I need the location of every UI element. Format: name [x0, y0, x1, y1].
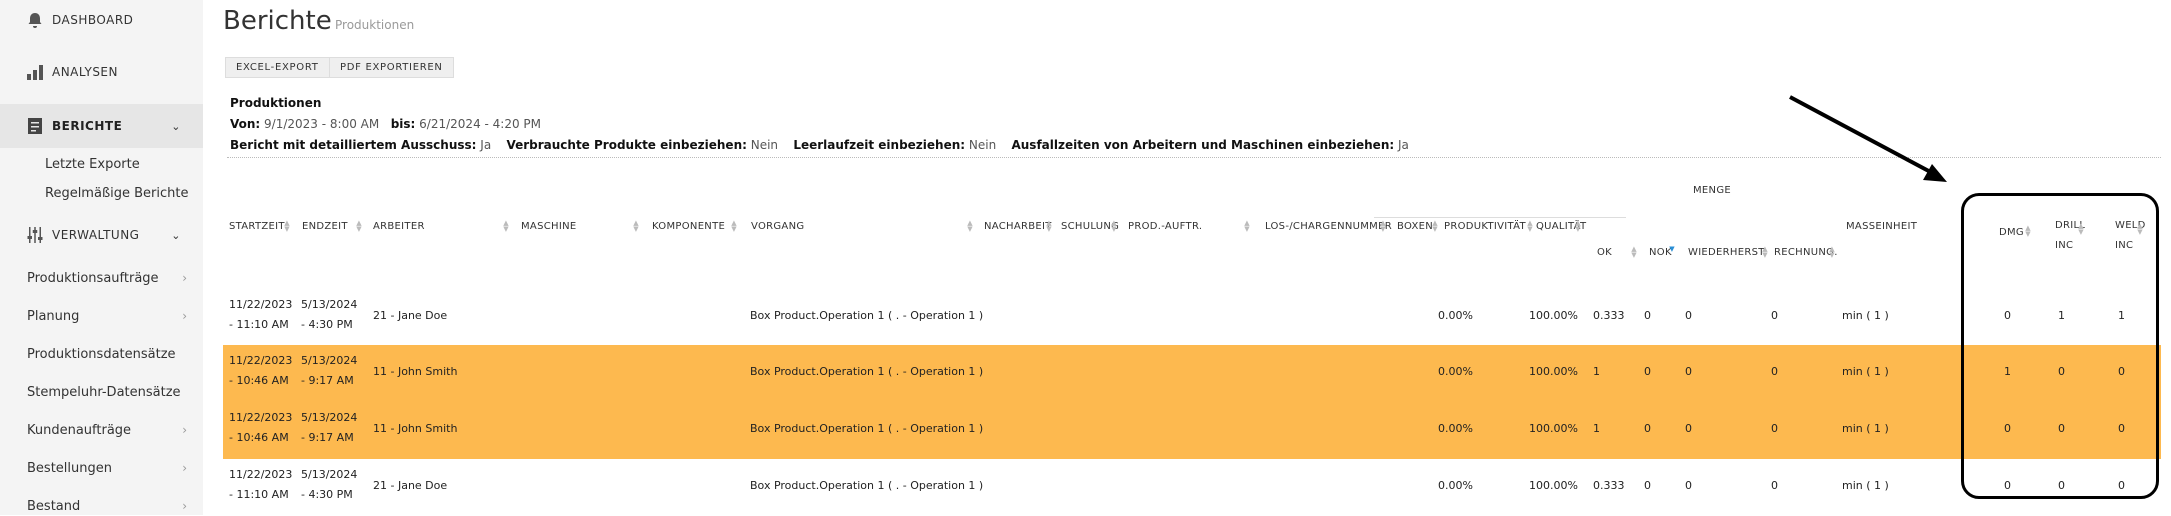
annotation-arrow [1789, 95, 1947, 182]
annotation-highlight-box [1961, 193, 2159, 499]
